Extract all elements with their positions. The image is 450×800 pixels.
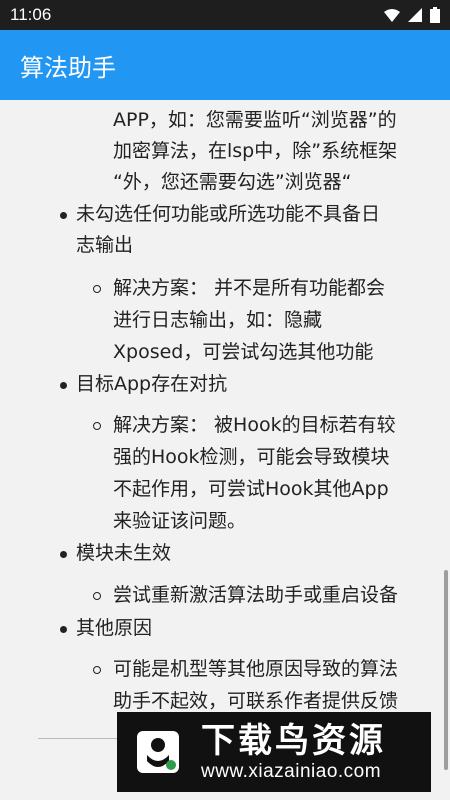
battery-icon bbox=[430, 7, 440, 23]
intro-line: “外，您还需要勾选”浏览器“ bbox=[113, 171, 352, 193]
watermark-banner: 下载鸟资源 www.xiazainiao.com bbox=[117, 712, 431, 792]
bullet-circle-icon bbox=[93, 666, 101, 674]
list-item-title: 未勾选任何功能或所选功能不具备日 bbox=[76, 203, 381, 225]
bullet-circle-icon bbox=[93, 422, 101, 430]
wifi-icon bbox=[384, 9, 400, 22]
bullet-dot-icon bbox=[60, 551, 67, 558]
list-item-title: 其他原因 bbox=[76, 617, 153, 639]
sub-item-line: 进行日志输出，如：隐藏 bbox=[113, 309, 323, 331]
sub-item-line: 解决方案： 并不是所有功能都会 bbox=[113, 277, 386, 299]
bullet-dot-icon bbox=[60, 212, 67, 219]
intro-line: APP，如：您需要监听“浏览器”的 bbox=[113, 109, 397, 131]
watermark-url: www.xiazainiao.com bbox=[201, 761, 382, 782]
bullet-circle-icon bbox=[93, 592, 101, 600]
bullet-dot-icon bbox=[60, 626, 67, 633]
bullet-circle-icon bbox=[93, 285, 101, 293]
bird-logo-icon bbox=[131, 725, 185, 779]
list-item-title: 志输出 bbox=[76, 234, 134, 256]
intro-line: 加密算法，在lsp中，除”系统框架 bbox=[113, 140, 398, 162]
status-icons bbox=[384, 7, 440, 23]
app-bar: 算法助手 bbox=[0, 30, 450, 100]
sub-item-line: Xposed，可尝试勾选其他功能 bbox=[113, 341, 374, 363]
sub-item-line: 强的Hook检测，可能会导致模块 bbox=[113, 446, 390, 468]
status-bar: 11:06 bbox=[0, 0, 450, 30]
status-time: 11:06 bbox=[10, 5, 52, 24]
sub-item-line: 可能是机型等其他原因导致的算法 bbox=[113, 658, 399, 680]
sub-item-line: 不起作用，可尝试Hook其他App bbox=[113, 478, 389, 500]
divider bbox=[38, 738, 118, 739]
bullet-dot-icon bbox=[60, 382, 67, 389]
sub-item-line: 来验证该问题。 bbox=[113, 510, 247, 532]
sub-item-line: 解决方案： 被Hook的目标若有较 bbox=[113, 414, 396, 436]
list-item-title: 目标App存在对抗 bbox=[76, 373, 228, 395]
watermark-title: 下载鸟资源 bbox=[201, 721, 386, 761]
list-item-title: 模块未生效 bbox=[76, 542, 172, 564]
app-title: 算法助手 bbox=[20, 53, 116, 82]
help-content[interactable]: APP，如：您需要监听“浏览器”的 加密算法，在lsp中，除”系统框架 “外，您… bbox=[0, 100, 450, 800]
signal-icon bbox=[408, 8, 422, 22]
sub-item-line: 尝试重新激活算法助手或重启设备 bbox=[113, 584, 399, 606]
scrollbar-thumb[interactable] bbox=[444, 570, 448, 770]
